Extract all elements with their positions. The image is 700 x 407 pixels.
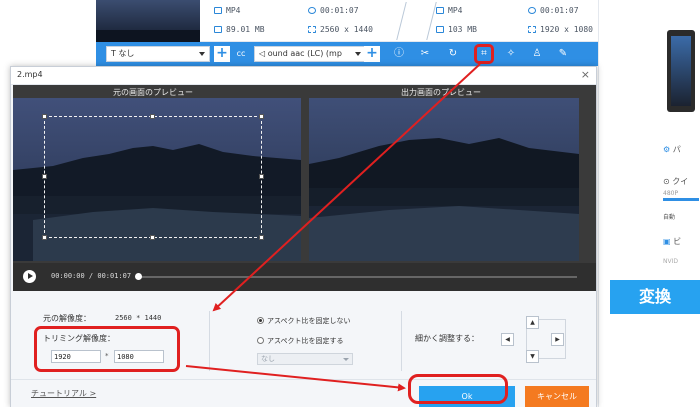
play-icon[interactable]: [23, 270, 36, 283]
size-icon: [214, 26, 222, 33]
dialog-footer: チュートリアル > Ok キャンセル: [11, 379, 596, 407]
quality-value: 480P: [663, 190, 679, 197]
player-controls: 00:00:00 / 00:01:07: [13, 263, 596, 291]
cc-icon[interactable]: cc: [234, 47, 248, 61]
effects-icon[interactable]: ✧: [504, 47, 518, 61]
crop-handle[interactable]: [259, 174, 264, 179]
arrow-left-icon[interactable]: ◀: [501, 333, 514, 346]
crop-width-input[interactable]: [51, 350, 101, 363]
source-size: 89.01 MB: [214, 25, 265, 34]
add-audio-button[interactable]: +: [364, 46, 380, 62]
crop-dialog: 2.mp4 × 元の画面のプレビュー 出力画面のプレビュー 00:00:00 /…: [10, 66, 597, 407]
source-duration: 00:01:07: [308, 6, 359, 15]
output-resolution: 1920 x 1080: [528, 25, 593, 34]
auto-label: 自動: [663, 214, 676, 221]
resolution-icon: [528, 26, 536, 33]
arrow-up-icon[interactable]: ▲: [526, 316, 539, 329]
device-preview[interactable]: [667, 30, 695, 112]
arrow-divider: [417, 2, 437, 40]
clock-icon: [308, 7, 316, 14]
crop-handle[interactable]: [42, 114, 47, 119]
quality-setting: ⊙ クイ: [663, 177, 689, 186]
rotate-icon[interactable]: ↻: [446, 47, 460, 61]
edit-icon[interactable]: ✎: [556, 47, 570, 61]
add-subtitle-button[interactable]: +: [214, 46, 230, 62]
quality-icon: ⊙: [663, 177, 673, 186]
dialog-titlebar: 2.mp4 ×: [11, 67, 596, 85]
chevron-down-icon: [355, 52, 361, 56]
chevron-down-icon: [343, 358, 349, 361]
source-resolution: 2560 x 1440: [308, 25, 373, 34]
seek-bar[interactable]: [137, 276, 577, 278]
watermark-icon[interactable]: ♙: [530, 47, 544, 61]
playback-time: 00:00:00 / 00:01:07: [51, 272, 132, 280]
screenshot-root: MP4 89.01 MB 00:01:07 2560 x 1440 MP4 10…: [0, 0, 700, 407]
crop-handle[interactable]: [150, 114, 155, 119]
cancel-button[interactable]: キャンセル: [525, 386, 589, 407]
quality-slider[interactable]: [663, 198, 699, 201]
dialog-title: 2.mp4: [17, 70, 43, 79]
video-setting[interactable]: ▣ ビ: [663, 236, 699, 247]
radio-no-fix-label[interactable]: アスペクト比を固定しない: [267, 316, 351, 326]
original-preview-label: 元の画面のプレビュー: [113, 88, 193, 97]
original-preview-image[interactable]: [13, 98, 301, 261]
original-resolution-label: 元の解像度：: [43, 314, 91, 323]
fine-adjust-label: 細かく調整する：: [415, 334, 479, 343]
crop-handle[interactable]: [150, 235, 155, 240]
subtitle-select[interactable]: T なし: [106, 46, 210, 62]
nvidia-option[interactable]: NVID: [663, 258, 699, 265]
arrow-right-icon[interactable]: ▶: [551, 333, 564, 346]
settings-divider: [209, 311, 210, 371]
crop-selection-box[interactable]: [44, 116, 262, 238]
format-icon: [436, 7, 444, 14]
info-icon[interactable]: ⓘ: [392, 47, 406, 61]
video-thumbnail[interactable]: [96, 0, 200, 42]
radio-fix-label[interactable]: アスペクト比を固定する: [267, 336, 344, 346]
radio-fix-aspect[interactable]: [257, 337, 264, 344]
output-preview-label: 出力画面のプレビュー: [401, 88, 481, 97]
settings-divider: [401, 311, 402, 371]
edit-toolbar: T なし + cc ◁ ound aac (LC) (mp + ⓘ ✂ ↻ ⌗ …: [96, 42, 598, 66]
original-resolution-value: 2560 * 1440: [115, 314, 162, 322]
radio-no-fix-aspect[interactable]: [257, 317, 264, 324]
times-sign: *: [105, 352, 109, 360]
arrow-down-icon[interactable]: ▼: [526, 350, 539, 363]
preview-area: 元の画面のプレビュー 出力画面のプレビュー 00:00:00 / 00:01:0…: [13, 85, 596, 291]
video-icon: ▣: [663, 237, 674, 246]
audio-track-select[interactable]: ◁ ound aac (LC) (mp: [254, 46, 366, 62]
output-format: MP4: [436, 6, 462, 15]
speaker-icon: ◁: [259, 49, 268, 58]
crop-handle[interactable]: [42, 174, 47, 179]
output-size: 103 MB: [436, 25, 477, 34]
chevron-down-icon: [199, 52, 205, 56]
resolution-icon: [308, 26, 316, 33]
tutorial-link[interactable]: チュートリアル >: [31, 388, 96, 399]
aspect-ratio-select[interactable]: なし: [257, 353, 353, 365]
arrow-divider: [387, 2, 407, 40]
seek-handle[interactable]: [135, 273, 142, 280]
format-icon: [214, 7, 222, 14]
sliders-icon: ⚙: [663, 145, 673, 154]
source-format: MP4: [214, 6, 240, 15]
crop-handle[interactable]: [259, 114, 264, 119]
crop-handle[interactable]: [259, 235, 264, 240]
output-duration: 00:01:07: [528, 6, 579, 15]
crop-icon[interactable]: ⌗: [474, 44, 494, 64]
output-preview-image: [309, 98, 579, 261]
file-row: MP4 89.01 MB 00:01:07 2560 x 1440 MP4 10…: [96, 0, 598, 42]
crop-height-input[interactable]: [114, 350, 164, 363]
convert-button[interactable]: 変換: [610, 280, 700, 314]
crop-handle[interactable]: [42, 235, 47, 240]
trim-resolution-label: トリミング解像度：: [43, 334, 115, 343]
settings-sidebar: ⚙ パ ⊙ クイ 480P 自動 ▣ ビ NVID: [598, 0, 700, 407]
size-icon: [436, 26, 444, 33]
close-icon[interactable]: ×: [581, 68, 590, 81]
ok-button[interactable]: Ok: [419, 386, 515, 407]
param-setting[interactable]: ⚙ パ: [663, 144, 699, 155]
clock-icon: [528, 7, 536, 14]
cut-icon[interactable]: ✂: [418, 47, 432, 61]
